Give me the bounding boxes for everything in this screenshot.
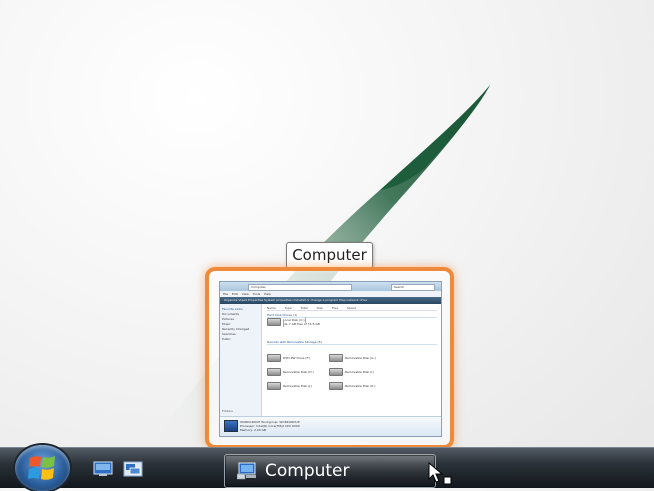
thumb-status-line: Memory: 2.00 GB [240,428,266,432]
thumb-folders-label: Folders [222,409,233,413]
hard-drive-icon [267,318,281,326]
thumb-details-pane: WORKGROUP Workgroup: WORKGROUP Processor… [220,416,441,436]
thumb-group-removable: Devices with Removable Storage (6) [267,340,437,345]
dvd-drive-icon [267,354,281,362]
thumb-navigation-pane: Favorite Links Documents Pictures Music … [220,304,262,416]
removable-disk-icon [329,354,343,362]
thumbnail-tooltip: Computer [286,242,373,269]
thumb-address-bar: Computer [248,284,352,291]
thumb-drive-item: Removable Disk (H:) [267,368,314,376]
removable-disk-icon [267,382,281,390]
thumb-drive-item: DVD RW Drive (F:) [267,354,310,362]
thumb-search-box: Search [391,284,435,291]
removable-disk-icon [329,368,343,376]
show-desktop-icon[interactable] [93,461,113,477]
start-button[interactable] [15,445,70,491]
thumb-body: Favorite Links Documents Pictures Music … [220,304,441,416]
thumb-title-bar: Computer Search [220,282,441,291]
taskbar-button-computer[interactable]: Computer [224,454,436,488]
windows-logo-icon [28,456,55,480]
thumb-drive-item: Removable Disk (G:) [329,354,376,362]
mouse-cursor-icon [428,462,452,485]
computer-icon [224,420,238,432]
thumb-drive-item: Removable Disk (K:) [329,382,375,390]
window-thumbnail-preview[interactable]: Computer Search File Edit View Tools Hel… [205,267,454,449]
switch-windows-icon[interactable] [123,461,143,477]
thumb-nav-item: Public [222,337,231,341]
removable-disk-icon [267,368,281,376]
thumb-command-bar: Organize Views Properties System propert… [220,297,441,304]
computer-window-thumbnail: Computer Search File Edit View Tools Hel… [219,281,442,437]
thumb-drive-c: Local Disk (C:) 41.7 GB free of 74.5 GB [267,317,320,327]
thumb-drive-item: Removable Disk (J:) [267,382,312,390]
removable-disk-icon [329,382,343,390]
computer-icon [237,462,256,480]
taskbar: Computer [0,445,654,491]
taskbar-button-label: Computer [265,461,350,481]
thumb-drive-item: Removable Disk (I:) [329,368,374,376]
thumb-column-headers: Name Type Total Size Free Space [267,306,437,311]
thumb-content-pane: Name Type Total Size Free Space Hard Dis… [263,304,441,416]
thumb-drive-free: 41.7 GB free of 74.5 GB [284,322,320,326]
